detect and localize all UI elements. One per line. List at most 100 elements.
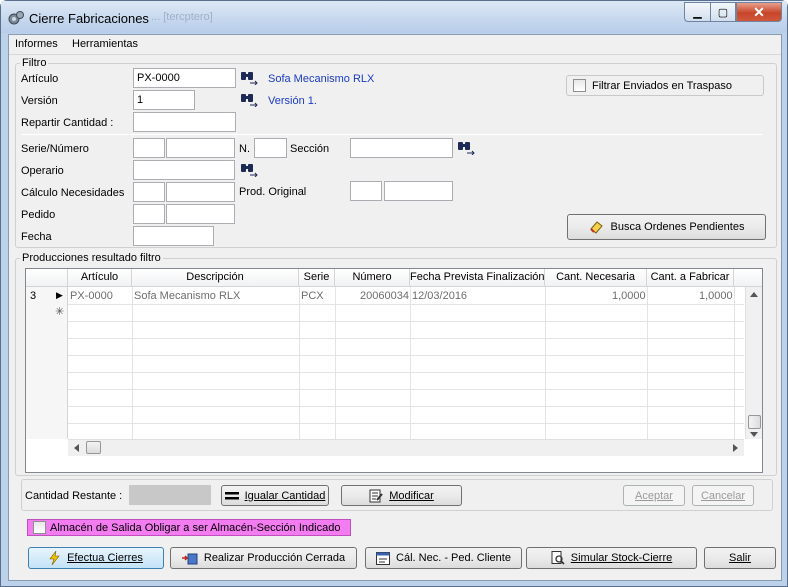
col-descripcion-header[interactable]: Descripción: [132, 269, 299, 287]
version-label: Versión: [21, 95, 58, 107]
cell-fecha[interactable]: 12/03/2016: [412, 290, 467, 302]
cal-nec-ped-cliente-button[interactable]: Cál. Nec. - Ped. Cliente: [365, 547, 522, 569]
edit-document-icon: [369, 489, 383, 502]
repartir-input[interactable]: [133, 112, 236, 132]
aceptar-button[interactable]: Aceptar: [623, 485, 685, 506]
prod-original-numero-input[interactable]: [384, 181, 453, 201]
scroll-right-icon[interactable]: [733, 444, 739, 452]
menu-herramientas[interactable]: Herramientas: [72, 38, 138, 50]
articulo-label: Artículo: [21, 73, 59, 85]
eraser-icon: [589, 221, 603, 234]
filtrar-enviados-checkbox[interactable]: [573, 79, 586, 92]
scroll-down-icon[interactable]: [750, 432, 758, 438]
repartir-label: Repartir Cantidad :: [21, 117, 114, 129]
grid-vline: [132, 287, 133, 439]
efectua-cierres-button[interactable]: Efectua Cierres: [28, 547, 164, 569]
cancelar-label: Cancelar: [700, 489, 746, 502]
cell-descripcion[interactable]: Sofa Mecanismo RLX: [134, 290, 240, 302]
filtrar-enviados-label: Filtrar Enviados en Traspaso: [592, 80, 733, 92]
version-search-icon[interactable]: [240, 93, 258, 107]
cell-cant-fabricar[interactable]: 1,0000: [699, 290, 733, 302]
main-window: Cierre Fabricaciones ... [tercptero] ▁ ▢…: [0, 0, 788, 587]
igualar-cantidad-label: Igualar Cantidad: [244, 489, 326, 502]
grid-hline: [68, 355, 744, 356]
grid-header-filler: [734, 269, 762, 287]
salir-button[interactable]: Salir: [704, 547, 776, 569]
magnifier-document-icon: [551, 551, 565, 565]
col-serie-header[interactable]: Serie: [299, 269, 335, 287]
col-numero-header[interactable]: Número: [335, 269, 410, 287]
scroll-up-icon[interactable]: [750, 291, 758, 297]
seccion-label: Sección: [290, 143, 330, 155]
salir-label: Salir: [728, 552, 751, 564]
scroll-left-icon[interactable]: [73, 444, 79, 452]
prod-original-label: Prod. Original: [239, 186, 307, 198]
n-input[interactable]: [254, 138, 287, 158]
grid-vline: [647, 287, 648, 439]
cell-articulo[interactable]: PX-0000: [70, 290, 113, 302]
busca-ordenes-button[interactable]: Busca Ordenes Pendientes: [567, 214, 766, 240]
col-cant-necesaria-header[interactable]: Cant. Necesaria: [545, 269, 647, 287]
operario-label: Operario: [21, 165, 64, 177]
almacen-salida-label: Almacén de Salida Obligar a ser Almacén-…: [50, 522, 341, 534]
menu-bar: Informes Herramientas: [9, 35, 781, 55]
seccion-search-icon[interactable]: [457, 141, 475, 155]
fecha-input[interactable]: [133, 226, 214, 246]
fecha-label: Fecha: [21, 231, 52, 243]
grid-hline: [68, 372, 744, 373]
grid-hline: [68, 389, 744, 390]
maximize-button[interactable]: ▢: [710, 2, 736, 22]
n-label: N.: [239, 143, 250, 155]
cell-serie[interactable]: PCX: [301, 290, 324, 302]
version-input[interactable]: 1: [133, 90, 195, 110]
minimize-button[interactable]: ▁: [684, 2, 710, 22]
window-list-icon: [376, 551, 391, 565]
vertical-scroll-thumb[interactable]: [748, 415, 761, 429]
grid-horizontal-scrollbar[interactable]: [68, 439, 744, 456]
pedido-serie-input[interactable]: [133, 204, 165, 224]
cell-cant-necesaria[interactable]: 1,0000: [612, 290, 646, 302]
efectua-cierres-label: Efectua Cierres: [67, 552, 143, 564]
seccion-input[interactable]: [350, 138, 453, 158]
col-articulo-header[interactable]: Artículo: [68, 269, 132, 287]
grid-hline: [68, 423, 744, 424]
pedido-label: Pedido: [21, 209, 56, 221]
cantidad-restante-input: [129, 485, 211, 505]
articulo-description: Sofa Mecanismo RLX: [268, 73, 375, 85]
producciones-grid[interactable]: Artículo Descripción Serie Número Fecha …: [25, 268, 763, 473]
cancelar-button[interactable]: Cancelar: [692, 485, 754, 506]
operario-search-icon[interactable]: [240, 163, 258, 177]
prod-original-serie-input[interactable]: [350, 181, 382, 201]
grid-corner-header: [26, 269, 68, 287]
client-area: Informes Herramientas Filtro Artículo PX…: [8, 34, 782, 581]
almacen-salida-checkbox[interactable]: [33, 521, 46, 534]
close-button[interactable]: ✕: [736, 2, 782, 22]
calculo-numero-input[interactable]: [166, 182, 235, 202]
modificar-button[interactable]: Modificar: [341, 485, 462, 506]
grid-vertical-scrollbar[interactable]: [745, 287, 762, 439]
pedido-numero-input[interactable]: [166, 204, 235, 224]
calculo-serie-input[interactable]: [133, 182, 165, 202]
col-cant-fabricar-header[interactable]: Cant. a Fabricar: [647, 269, 734, 287]
menu-informes[interactable]: Informes: [15, 38, 58, 50]
serie-input[interactable]: [133, 138, 165, 158]
simular-stock-cierre-button[interactable]: Simular Stock-Cierre: [526, 547, 697, 569]
modificar-label: Modificar: [389, 489, 434, 502]
operario-input[interactable]: [133, 160, 235, 180]
realizar-produccion-button[interactable]: Realizar Producción Cerrada: [170, 547, 357, 569]
igualar-cantidad-button[interactable]: Igualar Cantidad: [221, 485, 329, 506]
numero-input[interactable]: [166, 138, 235, 158]
horizontal-scroll-thumb[interactable]: [86, 441, 101, 454]
equals-icon: [224, 491, 239, 499]
col-fecha-header[interactable]: Fecha Prevista Finalización: [410, 269, 545, 287]
calculo-necesidades-label: Cálculo Necesidades: [21, 187, 125, 199]
title-bar[interactable]: Cierre Fabricaciones ... [tercptero] ▁ ▢…: [1, 1, 787, 33]
articulo-search-icon[interactable]: [240, 71, 258, 85]
produce-icon: [181, 553, 198, 565]
articulo-input[interactable]: PX-0000: [133, 68, 236, 88]
grid-hline: [68, 338, 744, 339]
grid-vline: [545, 287, 546, 439]
aceptar-label: Aceptar: [635, 489, 673, 502]
lightning-icon: [49, 551, 60, 565]
cell-numero[interactable]: 20060034: [360, 290, 409, 302]
